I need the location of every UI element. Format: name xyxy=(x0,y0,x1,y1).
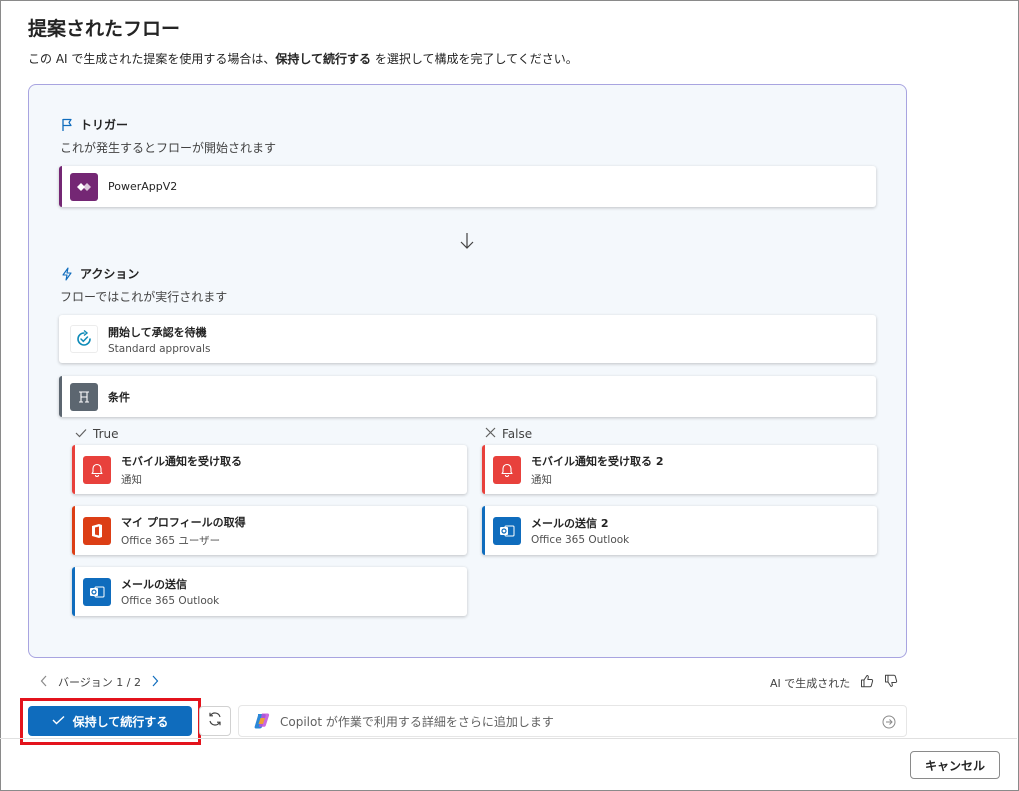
ai-generated-label: AI で生成された xyxy=(770,676,851,690)
true-card-profile[interactable]: マイ プロフィールの取得 Office 365 ユーザー xyxy=(72,506,467,555)
version-label: バージョン 1 / 2 xyxy=(58,676,141,689)
flag-icon xyxy=(60,118,74,132)
office-icon xyxy=(83,516,111,545)
condition-card-bar xyxy=(59,376,62,417)
action-card-condition[interactable]: 条件 xyxy=(59,376,876,417)
card-bar xyxy=(72,445,75,494)
x-icon xyxy=(485,427,496,441)
true-label-text: True xyxy=(93,427,119,441)
subtitle-pre: この AI で生成された提案を使用する場合は、 xyxy=(28,52,276,66)
true-card-send-mail[interactable]: メールの送信 Office 365 Outlook xyxy=(72,567,467,616)
card-bar xyxy=(482,506,485,555)
subtitle-bold: 保持して続行する xyxy=(275,52,372,66)
true-branch-label: True xyxy=(75,427,119,441)
card-name: マイ プロフィールの取得 xyxy=(121,515,246,529)
footer-divider xyxy=(0,738,1017,739)
trigger-card-name: PowerAppV2 xyxy=(108,180,178,193)
send-arrow-icon[interactable] xyxy=(882,714,896,733)
version-nav: バージョン 1 / 2 xyxy=(40,674,159,690)
false-branch-label: False xyxy=(485,427,532,441)
prompt-placeholder: Copilot が作業で利用する詳細をさらに追加します xyxy=(280,714,554,729)
outlook-icon xyxy=(83,577,111,606)
card-name: メールの送信 2 xyxy=(531,517,609,530)
thumbs-down-icon[interactable] xyxy=(884,674,898,691)
approval-name: 開始して承認を待機 xyxy=(108,325,207,339)
thumbs-up-icon[interactable] xyxy=(860,674,874,691)
card-sub: Office 365 ユーザー xyxy=(121,534,221,547)
feedback-row: AI で生成された xyxy=(770,674,898,691)
card-sub: 通知 xyxy=(121,473,142,486)
false-card-notification[interactable]: モバイル通知を受け取る 2 通知 xyxy=(482,445,877,494)
card-sub: Office 365 Outlook xyxy=(531,534,630,546)
condition-name: 条件 xyxy=(108,390,130,404)
action-card-approval[interactable]: 開始して承認を待機 Standard approvals xyxy=(59,315,876,363)
trigger-heading: トリガー xyxy=(60,116,128,133)
outlook-icon xyxy=(493,516,521,545)
arrow-down-icon xyxy=(459,232,475,254)
card-bar xyxy=(72,506,75,555)
false-card-send-mail[interactable]: メールの送信 2 Office 365 Outlook xyxy=(482,506,877,555)
actions-heading: アクション xyxy=(60,265,139,282)
card-bar xyxy=(482,445,485,494)
copilot-icon xyxy=(252,711,272,731)
bell-icon xyxy=(493,455,521,484)
dialog-subtitle: この AI で生成された提案を使用する場合は、保持して続行する を選択して構成を… xyxy=(28,50,578,67)
flow-canvas: トリガー これが発生するとフローが開始されます PowerAppV2 アクション… xyxy=(28,84,907,658)
regenerate-button[interactable] xyxy=(199,706,231,736)
lightning-icon xyxy=(60,266,74,281)
card-name: モバイル通知を受け取る 2 xyxy=(531,454,664,468)
card-name: モバイル通知を受け取る xyxy=(121,454,242,468)
powerapps-icon xyxy=(70,172,98,201)
false-label-text: False xyxy=(502,427,533,441)
trigger-description: これが発生するとフローが開始されます xyxy=(60,141,277,155)
check-icon xyxy=(75,427,87,441)
card-sub: 通知 xyxy=(531,473,552,486)
subtitle-post: を選択して構成を完了してください。 xyxy=(371,52,578,66)
condition-icon xyxy=(70,382,98,411)
trigger-card-powerappv2[interactable]: PowerAppV2 xyxy=(59,166,876,207)
copilot-prompt-input[interactable]: Copilot が作業で利用する詳細をさらに追加します xyxy=(238,705,907,737)
actions-description: フローではこれが実行されます xyxy=(60,290,228,304)
actions-heading-text: アクション xyxy=(80,267,140,281)
approval-sub: Standard approvals xyxy=(108,342,211,355)
cancel-button[interactable]: キャンセル xyxy=(910,751,1000,779)
card-sub: Office 365 Outlook xyxy=(121,595,220,607)
trigger-card-bar xyxy=(59,166,62,207)
bell-icon xyxy=(83,455,111,484)
refresh-icon xyxy=(207,711,223,731)
card-bar xyxy=(72,567,75,616)
chevron-left-icon[interactable] xyxy=(40,675,48,690)
true-card-notification[interactable]: モバイル通知を受け取る 通知 xyxy=(72,445,467,494)
chevron-right-icon[interactable] xyxy=(151,675,159,690)
trigger-heading-text: トリガー xyxy=(80,118,129,132)
approval-icon xyxy=(70,325,98,353)
card-name: メールの送信 xyxy=(121,578,187,591)
dialog-title: 提案されたフロー xyxy=(28,18,181,40)
